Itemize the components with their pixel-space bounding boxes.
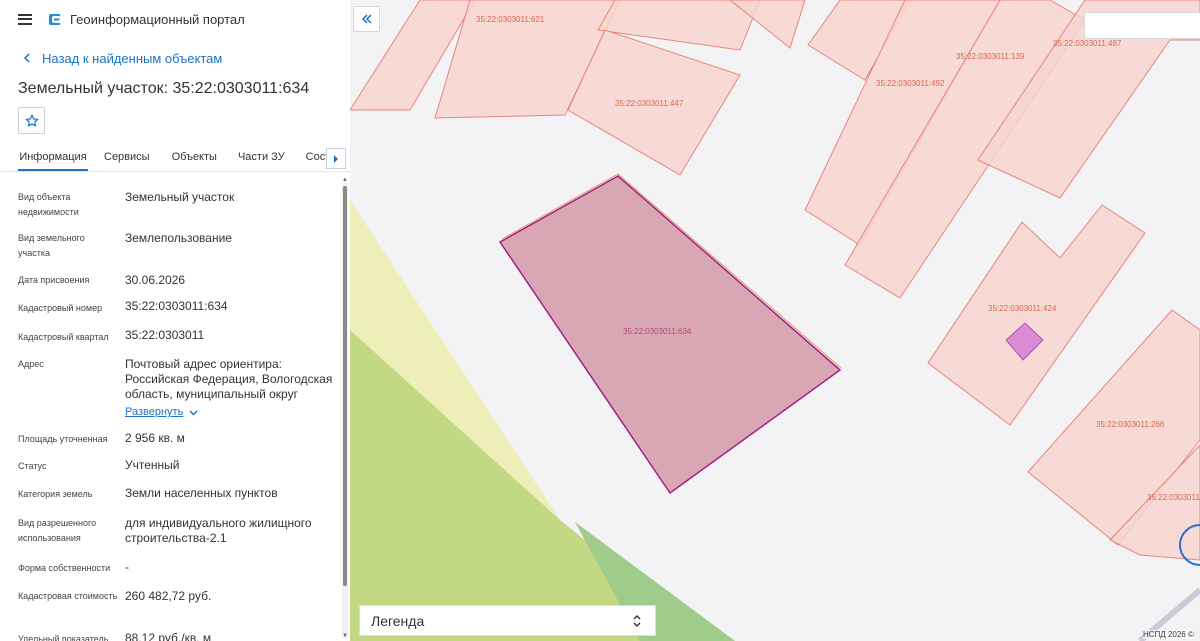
property-value: 35:22:0303011: [125, 328, 205, 342]
property-value: Земли населенных пунктов: [125, 486, 278, 500]
property-label: Вид земельного участка: [18, 233, 85, 258]
parcel-label-selected: 35:22:0303011:634: [623, 327, 692, 336]
sort-arrows-icon: [633, 615, 641, 627]
legend-label: Легенда: [371, 612, 425, 629]
property-label: Адрес: [18, 359, 44, 369]
tabs-scroll-right-button[interactable]: [326, 148, 346, 169]
parcel-label: 35:22:0303011:492: [876, 79, 945, 88]
property-value-address: Почтовый адрес ориентира: Российская Фед…: [125, 357, 333, 401]
property-label: Удельный показатель: [18, 634, 109, 641]
parcel-label: 35:22:0303011:139: [956, 52, 1025, 61]
map-canvas[interactable]: 35:22:0303011:621 35:22:0303011:447 35:2…: [350, 0, 1200, 641]
chevron-down-icon: [189, 410, 198, 415]
back-link-label: Назад к найденным объектам: [42, 50, 223, 66]
property-label: Категория земель: [18, 489, 93, 499]
property-label: Вид разрешенного использования: [18, 518, 97, 543]
property-value: для индивидуального жилищного строительс…: [125, 516, 312, 545]
parcel-label: 35:22:0303011:424: [988, 304, 1057, 313]
property-value: 260 482,72 руб.: [125, 589, 212, 603]
expand-address-link[interactable]: Развернуть: [125, 406, 198, 418]
tab-objects[interactable]: Объекты: [172, 145, 217, 171]
star-icon: [25, 114, 38, 127]
property-value: 2 956 кв. м: [125, 431, 185, 445]
property-value: Землепользование: [125, 231, 232, 245]
menu-icon[interactable]: [18, 13, 32, 25]
top-bar: Геоинформационный портал: [0, 0, 350, 38]
collapse-panel-button[interactable]: [353, 6, 380, 32]
parcel-label: 35:22:0303011: [1147, 493, 1200, 502]
expand-label: Развернуть: [125, 406, 184, 418]
tab-bar: Информация Сервисы Объекты Части ЗУ Сост…: [0, 145, 350, 172]
favorite-button[interactable]: [18, 107, 45, 134]
property-value: 30.06.2026: [125, 273, 186, 287]
property-label: Вид объекта недвижимости: [18, 192, 79, 217]
portal-logo-icon: [49, 13, 61, 25]
property-value: -: [125, 560, 129, 574]
property-label: Форма собственности: [18, 563, 111, 573]
chevron-left-icon: [23, 53, 30, 63]
sidebar-panel: Геоинформационный портал Назад к найденн…: [0, 0, 350, 641]
map-layer: 35:22:0303011:621 35:22:0303011:447 35:2…: [350, 0, 1200, 641]
property-label: Кадастровая стоимость: [18, 591, 118, 601]
legend-dropdown[interactable]: Легенда: [359, 605, 656, 636]
tab-parcel-parts[interactable]: Части ЗУ: [238, 145, 285, 171]
caret-right-icon: [334, 154, 338, 163]
map-copyright: НСПД 2026 ©: [1143, 630, 1194, 639]
property-label: Дата присвоения: [18, 275, 90, 285]
page-title: Земельный участок: 35:22:0303011:634: [18, 80, 310, 97]
property-label: Статус: [18, 461, 47, 471]
parcel-label: 35:22:0303011:621: [476, 15, 545, 24]
parcel-label: 35:22:0303011:447: [615, 99, 684, 108]
property-value: 35:22:0303011:634: [125, 299, 228, 313]
scrollbar-thumb[interactable]: [343, 186, 347, 586]
parcel-label: 35:22:0303011:266: [1096, 420, 1165, 429]
tab-services[interactable]: Сервисы: [104, 145, 150, 171]
map-search-box[interactable]: [1084, 12, 1200, 39]
back-to-results-link[interactable]: Назад к найденным объектам: [0, 50, 350, 66]
tab-information[interactable]: Информация: [18, 145, 88, 171]
scroll-down-arrow-icon[interactable]: ▼: [342, 633, 348, 639]
app-title: Геоинформационный портал: [70, 11, 245, 27]
property-value: 88,12 руб./кв. м: [125, 631, 212, 641]
double-chevron-left-icon: [361, 14, 372, 24]
property-value: Земельный участок: [125, 190, 235, 204]
property-label: Кадастровый номер: [18, 303, 103, 313]
property-label: Площадь уточненная: [18, 434, 108, 444]
parcel-label: 35:22:0303011:487: [1053, 39, 1122, 48]
property-value: Учтенный: [125, 458, 180, 472]
property-label: Кадастровый квартал: [18, 332, 109, 342]
